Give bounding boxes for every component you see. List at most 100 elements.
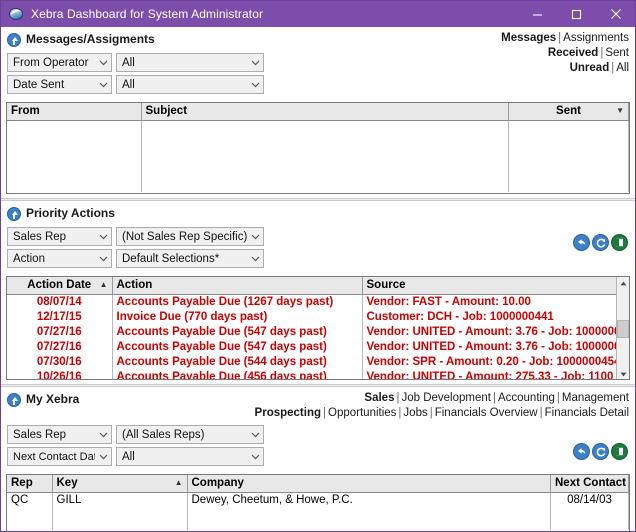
export-excel-icon[interactable]	[611, 443, 628, 460]
combo-value: All	[122, 78, 135, 91]
chevron-down-icon	[95, 82, 111, 88]
link-received[interactable]: Received	[548, 47, 599, 59]
table-row-empty	[7, 120, 629, 192]
link-opportunities[interactable]: Opportunities	[328, 407, 396, 419]
xebra-logo-icon	[8, 6, 24, 22]
messages-grid[interactable]: From Subject Sent ▼	[6, 102, 630, 194]
link-financials-detail[interactable]: Financials Detail	[545, 407, 629, 419]
my-xebra-filter-field-1[interactable]: Sales Rep	[7, 425, 112, 444]
table-row[interactable]: 07/30/16 Accounts Payable Due (544 days …	[7, 354, 629, 370]
priority-filter-value-1[interactable]: (Not Sales Rep Specific)	[116, 227, 264, 246]
column-header-label: Action Date	[27, 279, 92, 292]
my-xebra-filter-value-1[interactable]: (All Sales Reps)	[116, 425, 264, 444]
chevron-down-icon	[247, 432, 263, 438]
my-xebra-filter-field-2[interactable]: Next Contact Date	[7, 447, 112, 466]
maximize-icon[interactable]	[557, 1, 596, 27]
table-row[interactable]: QC GILL Dewey, Cheetum, & Howe, P.C. 08/…	[7, 492, 629, 530]
column-header-key[interactable]: Key ▲	[52, 475, 188, 493]
cell-action-date: 07/27/16	[7, 339, 113, 355]
chevron-down-icon	[95, 454, 111, 460]
column-header-company[interactable]: Company	[187, 475, 551, 493]
my-xebra-table: Rep Key ▲ Company Next Contact QC GILL D…	[7, 475, 629, 530]
messages-filter-field-2[interactable]: Date Sent	[7, 75, 112, 94]
messages-filter-value-2[interactable]: All	[116, 75, 264, 94]
back-icon[interactable]	[573, 443, 590, 460]
back-icon[interactable]	[573, 234, 590, 251]
table-row[interactable]: 10/26/16 Accounts Payable Due (456 days …	[7, 369, 629, 379]
messages-link-row-3: Unread | All	[501, 61, 629, 76]
cell-source: Vendor: SPR - Amount: 0.20 - Job: 100000…	[362, 354, 629, 370]
table-row[interactable]: 08/07/14 Accounts Payable Due (1267 days…	[7, 294, 629, 310]
chevron-down-icon	[95, 234, 111, 240]
my-xebra-table-header-row: Rep Key ▲ Company Next Contact	[7, 475, 629, 493]
column-header-action-date[interactable]: Action Date ▲	[7, 277, 113, 295]
link-sep: |	[556, 392, 560, 404]
cell-action-date: 10/26/16	[7, 369, 113, 379]
messages-table: From Subject Sent ▼	[7, 103, 629, 192]
link-all[interactable]: All	[616, 62, 629, 74]
link-jobs[interactable]: Jobs	[403, 407, 427, 419]
table-row[interactable]: 07/27/16 Accounts Payable Due (547 days …	[7, 339, 629, 355]
link-accounting[interactable]: Accounting	[498, 392, 555, 404]
link-assignments[interactable]: Assignments	[563, 32, 629, 44]
messages-filter-row-2: Date Sent All	[7, 75, 629, 94]
scroll-up-icon[interactable]	[617, 277, 629, 290]
link-job-development[interactable]: Job Development	[401, 392, 491, 404]
column-header-source[interactable]: Source	[362, 277, 629, 295]
priority-section-header: Priority Actions	[1, 201, 635, 221]
combo-value: Date Sent	[13, 78, 65, 91]
my-xebra-grid[interactable]: Rep Key ▲ Company Next Contact QC GILL D…	[6, 474, 630, 531]
priority-filter-field-2[interactable]: Action	[7, 249, 112, 268]
chevron-down-icon	[95, 432, 111, 438]
link-financials-overview[interactable]: Financials Overview	[435, 407, 538, 419]
refresh-icon[interactable]	[592, 234, 609, 251]
close-icon[interactable]	[596, 1, 635, 27]
messages-section-title: Messages/Assigments	[26, 32, 155, 46]
column-header-action[interactable]: Action	[112, 277, 363, 295]
cell-source: Vendor: FAST - Amount: 10.00	[362, 294, 629, 310]
column-header-sent[interactable]: Sent ▼	[508, 103, 629, 121]
messages-panel: Messages/Assigments Messages | Assignments…	[1, 27, 635, 201]
cell-rep: QC	[7, 492, 53, 530]
collapse-up-arrow-icon[interactable]	[7, 207, 21, 221]
cell-action-date: 12/17/15	[7, 309, 113, 325]
link-unread[interactable]: Unread	[570, 62, 610, 74]
priority-filter-value-2[interactable]: Default Selections*	[116, 249, 264, 268]
column-header-subject[interactable]: Subject	[141, 103, 509, 121]
priority-filter-row-1: Sales Rep (Not Sales Rep Specific)	[7, 227, 629, 246]
combo-value: (All Sales Reps)	[122, 428, 205, 441]
priority-actions-panel: Priority Actions Sales Rep (Not Sales Re…	[1, 201, 635, 387]
scroll-track[interactable]	[617, 290, 629, 320]
link-messages[interactable]: Messages	[501, 32, 556, 44]
messages-filter-value-1[interactable]: All	[116, 53, 264, 72]
combo-value: From Operator	[13, 56, 89, 69]
chevron-down-icon	[247, 454, 263, 460]
scroll-down-icon[interactable]	[617, 368, 629, 379]
column-header-next-contact[interactable]: Next Contact	[550, 475, 629, 493]
link-sent[interactable]: Sent	[605, 47, 629, 59]
scroll-thumb[interactable]	[617, 320, 629, 338]
priority-vertical-scrollbar[interactable]	[616, 277, 629, 379]
link-prospecting[interactable]: Prospecting	[255, 407, 321, 419]
table-row[interactable]: 07/27/16 Accounts Payable Due (547 days …	[7, 324, 629, 340]
table-row[interactable]: 12/17/15 Invoice Due (770 days past) Cus…	[7, 309, 629, 325]
link-sales[interactable]: Sales	[364, 392, 394, 404]
priority-filter-field-1[interactable]: Sales Rep	[7, 227, 112, 246]
link-management[interactable]: Management	[562, 392, 629, 404]
export-excel-icon[interactable]	[611, 234, 628, 251]
chevron-down-icon	[95, 60, 111, 66]
cell-source: Customer: DCH - Job: 1000000441	[362, 309, 629, 325]
priority-grid[interactable]: Action Date ▲ Action Source 08/07/14 Acc…	[6, 276, 630, 380]
column-header-from[interactable]: From	[7, 103, 142, 121]
chevron-down-icon	[247, 256, 263, 262]
refresh-icon[interactable]	[592, 443, 609, 460]
minimize-icon[interactable]	[518, 1, 557, 27]
my-xebra-filter-value-2[interactable]: All	[116, 447, 264, 466]
scroll-track[interactable]	[617, 338, 629, 368]
collapse-up-arrow-icon[interactable]	[7, 393, 21, 407]
messages-filter-field-1[interactable]: From Operator	[7, 53, 112, 72]
collapse-up-arrow-icon[interactable]	[7, 33, 21, 47]
title-bar: Xebra Dashboard for System Administrator	[1, 1, 635, 27]
column-header-rep[interactable]: Rep	[7, 475, 53, 493]
my-xebra-link-row-2: Prospecting | Opportunities | Jobs | Financial…	[255, 406, 629, 421]
